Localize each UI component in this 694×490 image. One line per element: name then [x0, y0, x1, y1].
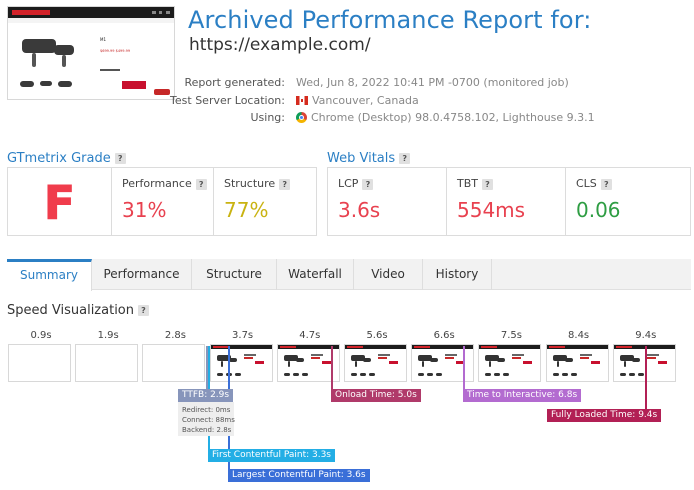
timeline-tick: 7.5s — [500, 330, 522, 341]
structure-value: 77% — [224, 198, 269, 222]
performance-cell: Performance? 31% — [112, 168, 214, 235]
tti-line — [463, 346, 465, 390]
help-icon[interactable]: ? — [362, 178, 374, 190]
meta-server-location: Test Server Location: Vancouver, Canada — [160, 94, 690, 110]
timeline-tick: 9.4s — [635, 330, 657, 341]
meta-label: Using: — [250, 111, 286, 124]
tbt-label-wrap: TBT? — [457, 177, 493, 190]
filmstrip-frame[interactable] — [8, 344, 71, 382]
thumb-header-bar — [8, 7, 174, 18]
fully-loaded-line — [645, 346, 647, 410]
timeline-tick: 4.7s — [299, 330, 321, 341]
lcp-label: LCP — [338, 177, 359, 190]
tab-performance[interactable]: Performance — [92, 259, 192, 290]
help-icon[interactable]: ? — [138, 305, 149, 316]
meta-value-wrap: Chrome (Desktop) 98.0.4758.102, Lighthou… — [296, 111, 595, 124]
cls-label-wrap: CLS? — [576, 177, 612, 190]
performance-value: 31% — [122, 198, 167, 222]
report-tabs: Summary Performance Structure Waterfall … — [7, 259, 691, 291]
cls-label: CLS — [576, 177, 597, 190]
meta-value: Vancouver, Canada — [312, 94, 419, 107]
thumb-product-price: $699.99 $499.99 — [100, 49, 131, 53]
lcp-value: 3.6s — [338, 198, 381, 222]
help-icon[interactable]: ? — [399, 153, 411, 164]
performance-label-wrap: Performance? — [122, 177, 207, 190]
tab-waterfall[interactable]: Waterfall — [277, 259, 354, 290]
timeline-tick: 8.4s — [568, 330, 590, 341]
ttfb-connect: Connect: 88ms — [182, 416, 235, 424]
meta-value: Chrome (Desktop) 98.0.4758.102, Lighthou… — [311, 111, 595, 124]
ttfb-detail: Redirect: 0ms Connect: 88ms Backend: 2.8… — [178, 402, 235, 436]
thumb-product-name: M1 — [100, 37, 106, 42]
meta-label: Test Server Location: — [170, 94, 285, 107]
help-icon[interactable]: ? — [600, 178, 612, 190]
tbt-value: 554ms — [457, 198, 526, 222]
timeline-tick: 6.6s — [433, 330, 455, 341]
gtmetrix-grade-heading: GTmetrix Grade? — [7, 151, 126, 166]
structure-label-wrap: Structure? — [224, 177, 291, 190]
meta-using: Using: Chrome (Desktop) 98.0.4758.102, L… — [160, 111, 690, 127]
timeline-tick: 3.7s — [232, 330, 254, 341]
timeline-tick: 5.6s — [366, 330, 388, 341]
meta-report-generated: Report generated: Wed, Jun 8, 2022 10:41… — [160, 76, 690, 92]
timeline-tick: 2.8s — [164, 330, 186, 341]
structure-cell: Structure? 77% — [214, 168, 318, 235]
filmstrip-frame[interactable] — [142, 344, 206, 382]
meta-value: Wed, Jun 8, 2022 10:41 PM -0700 (monitor… — [296, 76, 569, 89]
speed-visualization-heading: Speed Visualization? — [7, 303, 149, 318]
page-screenshot-thumbnail: M1 $699.99 $499.99 — [7, 6, 175, 100]
tab-history[interactable]: History — [423, 259, 492, 290]
tbt-label: TBT — [457, 177, 478, 190]
filmstrip-frame[interactable] — [344, 344, 407, 382]
speed-visualization-title: Speed Visualization — [7, 303, 134, 318]
lcp-label-wrap: LCP? — [338, 177, 374, 190]
tbt-cell: TBT? 554ms — [447, 168, 566, 235]
report-url[interactable]: https://example.com/ — [189, 35, 371, 55]
timeline-tick: 1.9s — [97, 330, 119, 341]
structure-label: Structure — [224, 177, 276, 190]
fcp-label: First Contentful Paint: 3.3s — [208, 449, 335, 462]
web-vitals-panel: LCP? 3.6s TBT? 554ms CLS? 0.06 — [327, 167, 691, 236]
help-icon[interactable]: ? — [279, 178, 291, 190]
timeline-tick: 0.9s — [30, 330, 52, 341]
tti-label: Time to Interactive: 6.8s — [463, 389, 582, 402]
canada-flag-icon — [296, 96, 308, 105]
tab-video[interactable]: Video — [354, 259, 423, 290]
lcp-cell: LCP? 3.6s — [328, 168, 447, 235]
help-icon[interactable]: ? — [482, 178, 493, 190]
onload-label: Onload Time: 5.0s — [331, 389, 421, 402]
web-vitals-title: Web Vitals — [327, 151, 396, 166]
report-title: Archived Performance Report for: — [188, 6, 592, 34]
cls-value: 0.06 — [576, 198, 621, 222]
help-icon[interactable]: ? — [195, 178, 207, 190]
filmstrip-frame[interactable] — [478, 344, 542, 382]
onload-line — [331, 346, 333, 390]
web-vitals-heading: Web Vitals? — [327, 151, 411, 166]
ttfb-label: TTFB: 2.9s — [178, 389, 234, 402]
meta-value-wrap: Vancouver, Canada — [296, 94, 419, 107]
ttfb-redirect: Redirect: 0ms — [182, 406, 231, 414]
lcp-marker-label: Largest Contentful Paint: 3.6s — [228, 469, 370, 482]
meta-label: Report generated: — [184, 76, 285, 89]
tab-structure[interactable]: Structure — [192, 259, 277, 290]
cls-cell: CLS? 0.06 — [566, 168, 692, 235]
help-icon[interactable]: ? — [114, 153, 126, 164]
grade-cell: F — [8, 168, 112, 235]
gtmetrix-grade-panel: F Performance? 31% Structure? 77% — [7, 167, 317, 236]
performance-label: Performance — [122, 177, 192, 190]
fully-loaded-label: Fully Loaded Time: 9.4s — [547, 409, 662, 422]
grade-letter: F — [43, 176, 76, 231]
filmstrip-frame[interactable] — [75, 344, 139, 382]
chrome-icon — [296, 112, 307, 123]
gtmetrix-grade-title: GTmetrix Grade — [7, 151, 111, 166]
filmstrip-frame[interactable] — [209, 344, 273, 382]
ttfb-backend: Backend: 2.8s — [182, 426, 232, 434]
filmstrip-frame[interactable] — [545, 344, 609, 382]
tab-summary[interactable]: Summary — [7, 259, 92, 291]
